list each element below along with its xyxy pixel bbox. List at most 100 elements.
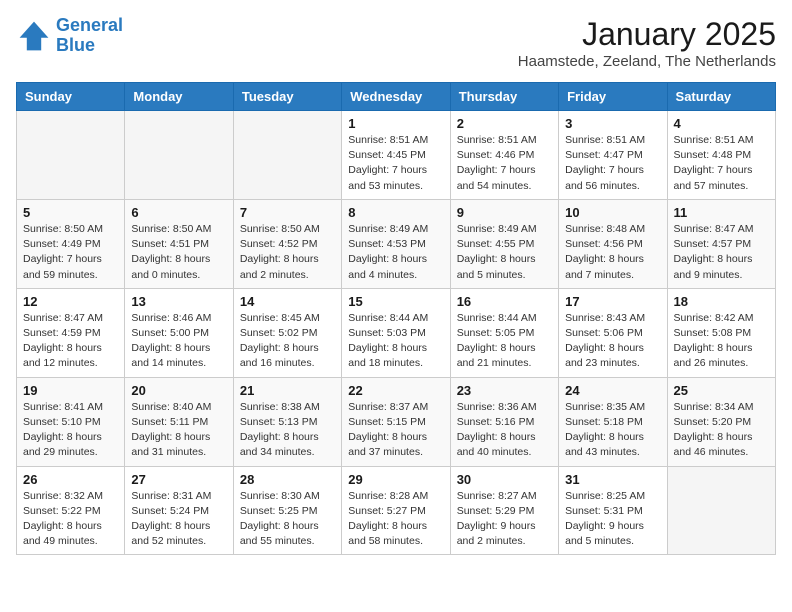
day-number: 18	[674, 294, 769, 309]
weekday-header-friday: Friday	[559, 83, 667, 111]
calendar-cell: 30 Sunrise: 8:27 AM Sunset: 5:29 PM Dayli…	[450, 466, 558, 555]
calendar-cell: 2Sunrise: 8:51 AM Sunset: 4:46 PM Daylig…	[450, 111, 558, 200]
calendar-cell: 20Sunrise: 8:40 AM Sunset: 5:11 PM Dayli…	[125, 377, 233, 466]
day-number: 6	[131, 205, 226, 220]
day-info: Sunrise: 8:51 AM Sunset: 4:48 PM Dayligh…	[674, 133, 769, 194]
day-number: 23	[457, 383, 552, 398]
day-number: 4	[674, 116, 769, 131]
day-number: 31	[565, 472, 660, 487]
calendar-cell: 19 Sunrise: 8:41 AM Sunset: 5:10 PM Dayli…	[17, 377, 125, 466]
day-number: 20	[131, 383, 226, 398]
day-info: Sunrise: 8:49 AM Sunset: 4:53 PM Dayligh…	[348, 222, 443, 283]
calendar-cell: 31 Sunrise: 8:25 AM Sunset: 5:31 PM Dayli…	[559, 466, 667, 555]
calendar-cell: 14Sunrise: 8:45 AM Sunset: 5:02 PM Dayli…	[233, 288, 341, 377]
calendar-cell: 21Sunrise: 8:38 AM Sunset: 5:13 PM Dayli…	[233, 377, 341, 466]
day-number: 5	[23, 205, 118, 220]
calendar-cell: 16Sunrise: 8:44 AM Sunset: 5:05 PM Dayli…	[450, 288, 558, 377]
calendar-cell: 25 Sunrise: 8:34 AM Sunset: 5:20 PM Dayli…	[667, 377, 775, 466]
calendar-cell: 18Sunrise: 8:42 AM Sunset: 5:08 PM Dayli…	[667, 288, 775, 377]
calendar-cell	[125, 111, 233, 200]
calendar-cell: 29Sunrise: 8:28 AM Sunset: 5:27 PM Dayli…	[342, 466, 450, 555]
day-info: Sunrise: 8:43 AM Sunset: 5:06 PM Dayligh…	[565, 311, 660, 372]
calendar-week-3: 12 Sunrise: 8:47 AM Sunset: 4:59 PM Dayli…	[17, 288, 776, 377]
weekday-header-tuesday: Tuesday	[233, 83, 341, 111]
day-info: Sunrise: 8:37 AM Sunset: 5:15 PM Dayligh…	[348, 400, 443, 461]
day-number: 10	[565, 205, 660, 220]
calendar-cell: 4 Sunrise: 8:51 AM Sunset: 4:48 PM Daylig…	[667, 111, 775, 200]
calendar-cell: 1 Sunrise: 8:51 AM Sunset: 4:45 PM Daylig…	[342, 111, 450, 200]
weekday-header-monday: Monday	[125, 83, 233, 111]
day-number: 1	[348, 116, 443, 131]
calendar-cell: 17 Sunrise: 8:43 AM Sunset: 5:06 PM Dayli…	[559, 288, 667, 377]
day-number: 19	[23, 383, 118, 398]
calendar-cell: 23 Sunrise: 8:36 AM Sunset: 5:16 PM Dayli…	[450, 377, 558, 466]
logo-text: General Blue	[56, 16, 123, 56]
calendar-cell: 13 Sunrise: 8:46 AM Sunset: 5:00 PM Dayli…	[125, 288, 233, 377]
day-info: Sunrise: 8:49 AM Sunset: 4:55 PM Dayligh…	[457, 222, 552, 283]
day-info: Sunrise: 8:31 AM Sunset: 5:24 PM Dayligh…	[131, 489, 226, 550]
day-info: Sunrise: 8:41 AM Sunset: 5:10 PM Dayligh…	[23, 400, 118, 461]
day-info: Sunrise: 8:51 AM Sunset: 4:47 PM Dayligh…	[565, 133, 660, 194]
day-info: Sunrise: 8:48 AM Sunset: 4:56 PM Dayligh…	[565, 222, 660, 283]
calendar-cell: 6 Sunrise: 8:50 AM Sunset: 4:51 PM Daylig…	[125, 199, 233, 288]
calendar-cell: 22 Sunrise: 8:37 AM Sunset: 5:15 PM Dayli…	[342, 377, 450, 466]
day-info: Sunrise: 8:47 AM Sunset: 4:59 PM Dayligh…	[23, 311, 118, 372]
calendar-cell: 10 Sunrise: 8:48 AM Sunset: 4:56 PM Dayli…	[559, 199, 667, 288]
day-info: Sunrise: 8:44 AM Sunset: 5:03 PM Dayligh…	[348, 311, 443, 372]
day-info: Sunrise: 8:35 AM Sunset: 5:18 PM Dayligh…	[565, 400, 660, 461]
day-info: Sunrise: 8:50 AM Sunset: 4:52 PM Dayligh…	[240, 222, 335, 283]
calendar-cell: 26 Sunrise: 8:32 AM Sunset: 5:22 PM Dayli…	[17, 466, 125, 555]
weekday-header-saturday: Saturday	[667, 83, 775, 111]
day-info: Sunrise: 8:27 AM Sunset: 5:29 PM Dayligh…	[457, 489, 552, 550]
day-number: 7	[240, 205, 335, 220]
day-info: Sunrise: 8:32 AM Sunset: 5:22 PM Dayligh…	[23, 489, 118, 550]
page-header: General Blue January 2025 Haamstede, Zee…	[16, 16, 776, 70]
day-info: Sunrise: 8:46 AM Sunset: 5:00 PM Dayligh…	[131, 311, 226, 372]
location: Haamstede, Zeeland, The Netherlands	[518, 53, 776, 70]
day-number: 26	[23, 472, 118, 487]
day-info: Sunrise: 8:30 AM Sunset: 5:25 PM Dayligh…	[240, 489, 335, 550]
calendar-cell: 28 Sunrise: 8:30 AM Sunset: 5:25 PM Dayli…	[233, 466, 341, 555]
calendar-cell: 7 Sunrise: 8:50 AM Sunset: 4:52 PM Daylig…	[233, 199, 341, 288]
day-info: Sunrise: 8:44 AM Sunset: 5:05 PM Dayligh…	[457, 311, 552, 372]
day-info: Sunrise: 8:34 AM Sunset: 5:20 PM Dayligh…	[674, 400, 769, 461]
day-number: 14	[240, 294, 335, 309]
calendar-cell: 3 Sunrise: 8:51 AM Sunset: 4:47 PM Daylig…	[559, 111, 667, 200]
day-number: 13	[131, 294, 226, 309]
calendar-table: SundayMondayTuesdayWednesdayThursdayFrid…	[16, 82, 776, 555]
day-number: 22	[348, 383, 443, 398]
calendar-cell: 12 Sunrise: 8:47 AM Sunset: 4:59 PM Dayli…	[17, 288, 125, 377]
day-info: Sunrise: 8:25 AM Sunset: 5:31 PM Dayligh…	[565, 489, 660, 550]
day-number: 30	[457, 472, 552, 487]
day-info: Sunrise: 8:51 AM Sunset: 4:45 PM Dayligh…	[348, 133, 443, 194]
calendar-week-2: 5 Sunrise: 8:50 AM Sunset: 4:49 PM Daylig…	[17, 199, 776, 288]
calendar-cell	[17, 111, 125, 200]
calendar-cell: 8Sunrise: 8:49 AM Sunset: 4:53 PM Daylig…	[342, 199, 450, 288]
calendar-cell: 27Sunrise: 8:31 AM Sunset: 5:24 PM Dayli…	[125, 466, 233, 555]
weekday-header-sunday: Sunday	[17, 83, 125, 111]
day-info: Sunrise: 8:47 AM Sunset: 4:57 PM Dayligh…	[674, 222, 769, 283]
weekday-header-wednesday: Wednesday	[342, 83, 450, 111]
day-info: Sunrise: 8:36 AM Sunset: 5:16 PM Dayligh…	[457, 400, 552, 461]
calendar-week-1: 1 Sunrise: 8:51 AM Sunset: 4:45 PM Daylig…	[17, 111, 776, 200]
calendar-cell: 24Sunrise: 8:35 AM Sunset: 5:18 PM Dayli…	[559, 377, 667, 466]
day-info: Sunrise: 8:50 AM Sunset: 4:49 PM Dayligh…	[23, 222, 118, 283]
day-number: 3	[565, 116, 660, 131]
logo: General Blue	[16, 16, 123, 56]
day-number: 25	[674, 383, 769, 398]
day-info: Sunrise: 8:28 AM Sunset: 5:27 PM Dayligh…	[348, 489, 443, 550]
calendar-cell	[667, 466, 775, 555]
title-block: January 2025 Haamstede, Zeeland, The Net…	[518, 16, 776, 70]
calendar-week-4: 19 Sunrise: 8:41 AM Sunset: 5:10 PM Dayli…	[17, 377, 776, 466]
day-info: Sunrise: 8:50 AM Sunset: 4:51 PM Dayligh…	[131, 222, 226, 283]
calendar-cell: 9Sunrise: 8:49 AM Sunset: 4:55 PM Daylig…	[450, 199, 558, 288]
month-year: January 2025	[518, 16, 776, 53]
day-number: 2	[457, 116, 552, 131]
day-number: 21	[240, 383, 335, 398]
day-number: 17	[565, 294, 660, 309]
calendar-week-5: 26 Sunrise: 8:32 AM Sunset: 5:22 PM Dayli…	[17, 466, 776, 555]
weekday-header-thursday: Thursday	[450, 83, 558, 111]
logo-icon	[16, 18, 52, 54]
day-number: 12	[23, 294, 118, 309]
day-number: 28	[240, 472, 335, 487]
